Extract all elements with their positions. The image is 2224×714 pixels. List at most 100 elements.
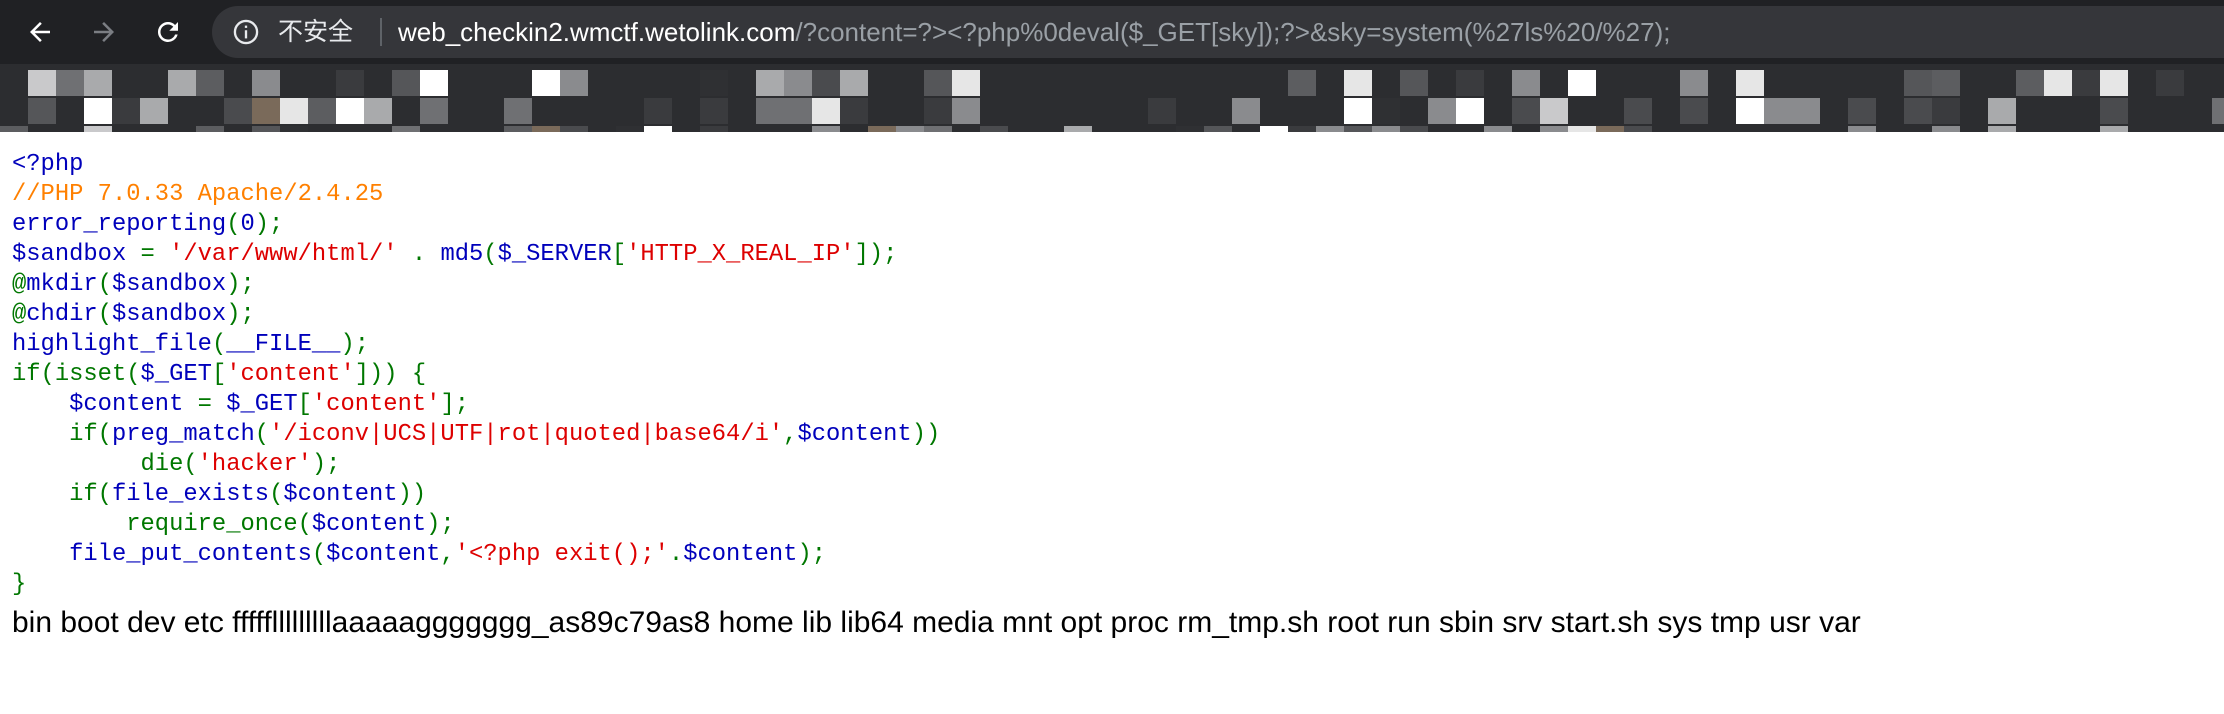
url-text[interactable]: web_checkin2.wmctf.wetolink.com/?content… xyxy=(398,16,1670,48)
obscured-pixel-block xyxy=(112,98,140,124)
code-token: ); xyxy=(340,331,370,358)
code-token: error_reporting xyxy=(12,211,227,238)
obscured-pixel-block xyxy=(952,98,980,124)
forward-button[interactable] xyxy=(80,8,128,56)
obscured-pixel-block xyxy=(2016,70,2044,96)
obscured-pixel-block xyxy=(812,126,840,132)
obscured-pixel-block xyxy=(336,98,364,124)
code-token: file_exists xyxy=(111,481,270,508)
obscured-pixel-block xyxy=(0,126,28,132)
code-token: $content xyxy=(12,391,198,418)
obscured-pixel-block xyxy=(1568,126,1596,132)
code-token: $_SERVER xyxy=(497,241,612,268)
code-token: 'content' xyxy=(311,391,441,418)
obscured-pixel-block xyxy=(2100,70,2128,96)
code-token: } xyxy=(12,571,27,598)
obscured-pixel-block xyxy=(1568,70,1596,96)
obscured-pixel-block xyxy=(840,70,868,96)
obscured-pixel-block xyxy=(812,70,840,96)
obscured-pixel-block xyxy=(532,70,560,96)
code-token: $_GET xyxy=(140,361,212,388)
obscured-pixel-block xyxy=(84,126,112,132)
obscured-pixel-block xyxy=(1596,126,1624,132)
code-token: $content xyxy=(326,541,441,568)
obscured-pixel-block xyxy=(140,98,168,124)
obscured-pixel-block xyxy=(1512,98,1540,124)
obscured-pixel-block xyxy=(28,70,56,96)
obscured-pixel-block xyxy=(420,70,448,96)
code-token: ( xyxy=(254,421,270,448)
code-token: ); xyxy=(226,271,255,298)
obscured-pixel-block xyxy=(1792,98,1820,124)
reload-icon xyxy=(157,21,178,42)
obscured-pixel-block xyxy=(1400,70,1428,96)
obscured-pixel-block xyxy=(1260,126,1288,132)
info-circle-icon[interactable] xyxy=(232,18,260,46)
code-token: $sandbox xyxy=(12,241,141,268)
code-token: preg_match xyxy=(111,421,255,448)
obscured-pixel-block xyxy=(1204,126,1232,132)
obscured-pixel-block xyxy=(1624,98,1652,124)
obscured-pixel-block xyxy=(2100,98,2128,124)
obscured-pixel-block xyxy=(896,126,924,132)
obscured-pixel-block xyxy=(644,126,672,132)
obscured-pixel-block xyxy=(2156,70,2184,96)
obscured-pixel-block xyxy=(924,126,952,132)
obscured-pixel-block xyxy=(1288,126,1316,132)
code-token: <?php xyxy=(12,151,84,178)
obscured-pixel-block xyxy=(868,126,896,132)
obscured-pixel-block xyxy=(168,70,196,96)
obscured-pixel-block xyxy=(1932,126,1960,132)
code-token: ( xyxy=(483,241,498,268)
code-token: ); xyxy=(426,511,455,538)
obscured-pixel-block xyxy=(1400,126,1428,132)
obscured-pixel-block xyxy=(1624,126,1652,132)
obscured-pixel-block xyxy=(1148,98,1176,124)
obscured-pixel-block xyxy=(224,98,252,124)
obscured-pixel-block xyxy=(392,126,420,132)
code-token: 0 xyxy=(240,211,255,238)
obscured-pixel-block xyxy=(252,126,280,132)
code-token: $content xyxy=(683,541,798,568)
code-token: '/var/www/html/' xyxy=(169,241,412,268)
code-token: ); xyxy=(254,211,284,238)
obscured-pixel-block xyxy=(308,98,336,124)
obscured-pixel-block xyxy=(952,70,980,96)
code-token: chdir xyxy=(26,301,98,328)
obscured-pixel-block xyxy=(28,98,56,124)
code-token: [ xyxy=(611,241,627,268)
obscured-pixel-block xyxy=(252,98,280,124)
security-status-label[interactable]: 不安全 xyxy=(278,16,353,48)
obscured-pixel-block xyxy=(980,126,1008,132)
code-token: @ xyxy=(12,301,27,328)
code-token: ]; xyxy=(440,391,469,418)
obscured-pixel-block xyxy=(1932,70,1960,96)
obscured-pixel-block xyxy=(1680,70,1708,96)
obscured-pixel-block xyxy=(2212,98,2224,124)
code-line: @chdir($sandbox); xyxy=(12,300,940,330)
obscured-pixel-block xyxy=(252,70,280,96)
address-bar[interactable]: 不安全 web_checkin2.wmctf.wetolink.com/?con… xyxy=(212,6,2224,58)
code-token: $sandbox xyxy=(111,271,227,298)
code-token: ); xyxy=(226,301,255,328)
obscured-pixel-block xyxy=(784,70,812,96)
obscured-pixel-block xyxy=(1988,98,2016,124)
code-token: $_GET xyxy=(226,391,298,418)
obscured-pixel-block xyxy=(336,70,364,96)
bookmarks-bar xyxy=(0,64,2224,132)
code-line: @mkdir($sandbox); xyxy=(12,270,940,300)
php-source-code: <?php//PHP 7.0.33 Apache/2.4.25 error_rep… xyxy=(12,150,940,600)
code-token: die( xyxy=(12,451,198,478)
back-button[interactable] xyxy=(16,8,64,56)
obscured-pixel-block xyxy=(1344,70,1372,96)
code-token: ])) { xyxy=(354,361,427,388)
code-token: [ xyxy=(297,391,312,418)
command-output: bin boot dev etc ffffflllllllllaaaaagggg… xyxy=(12,606,1861,639)
reload-button[interactable] xyxy=(144,8,192,56)
obscured-pixel-block xyxy=(756,70,784,96)
code-token: @ xyxy=(12,271,27,298)
obscured-pixel-block xyxy=(84,98,112,124)
obscured-pixel-block xyxy=(924,98,952,124)
code-token: __FILE__ xyxy=(226,331,341,358)
obscured-pixel-block xyxy=(392,70,420,96)
